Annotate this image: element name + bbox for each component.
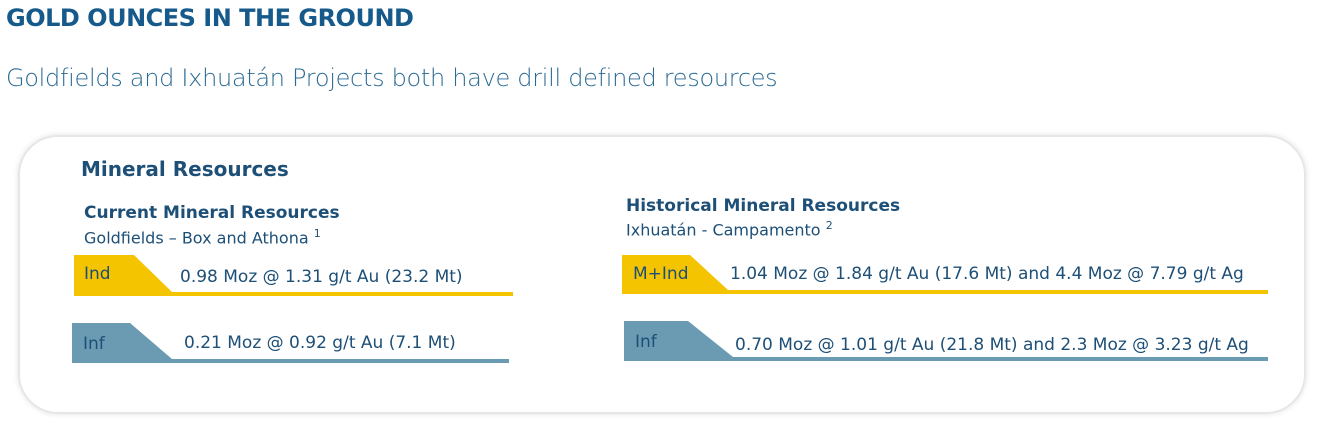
category-label: M+Ind	[633, 264, 689, 284]
resource-value: 0.70 Moz @ 1.01 g/t Au (21.8 Mt) and 2.3…	[735, 335, 1249, 355]
category-label: Inf	[83, 334, 105, 354]
category-label: Ind	[84, 264, 111, 284]
resource-value: 0.21 Moz @ 0.92 g/t Au (7.1 Mt)	[184, 333, 456, 353]
resource-value: 0.98 Moz @ 1.31 g/t Au (23.2 Mt)	[180, 267, 463, 287]
resource-value: 1.04 Moz @ 1.84 g/t Au (17.6 Mt) and 4.4…	[730, 264, 1244, 284]
category-label: Inf	[635, 332, 657, 352]
resource-tabs	[72, 255, 1268, 363]
